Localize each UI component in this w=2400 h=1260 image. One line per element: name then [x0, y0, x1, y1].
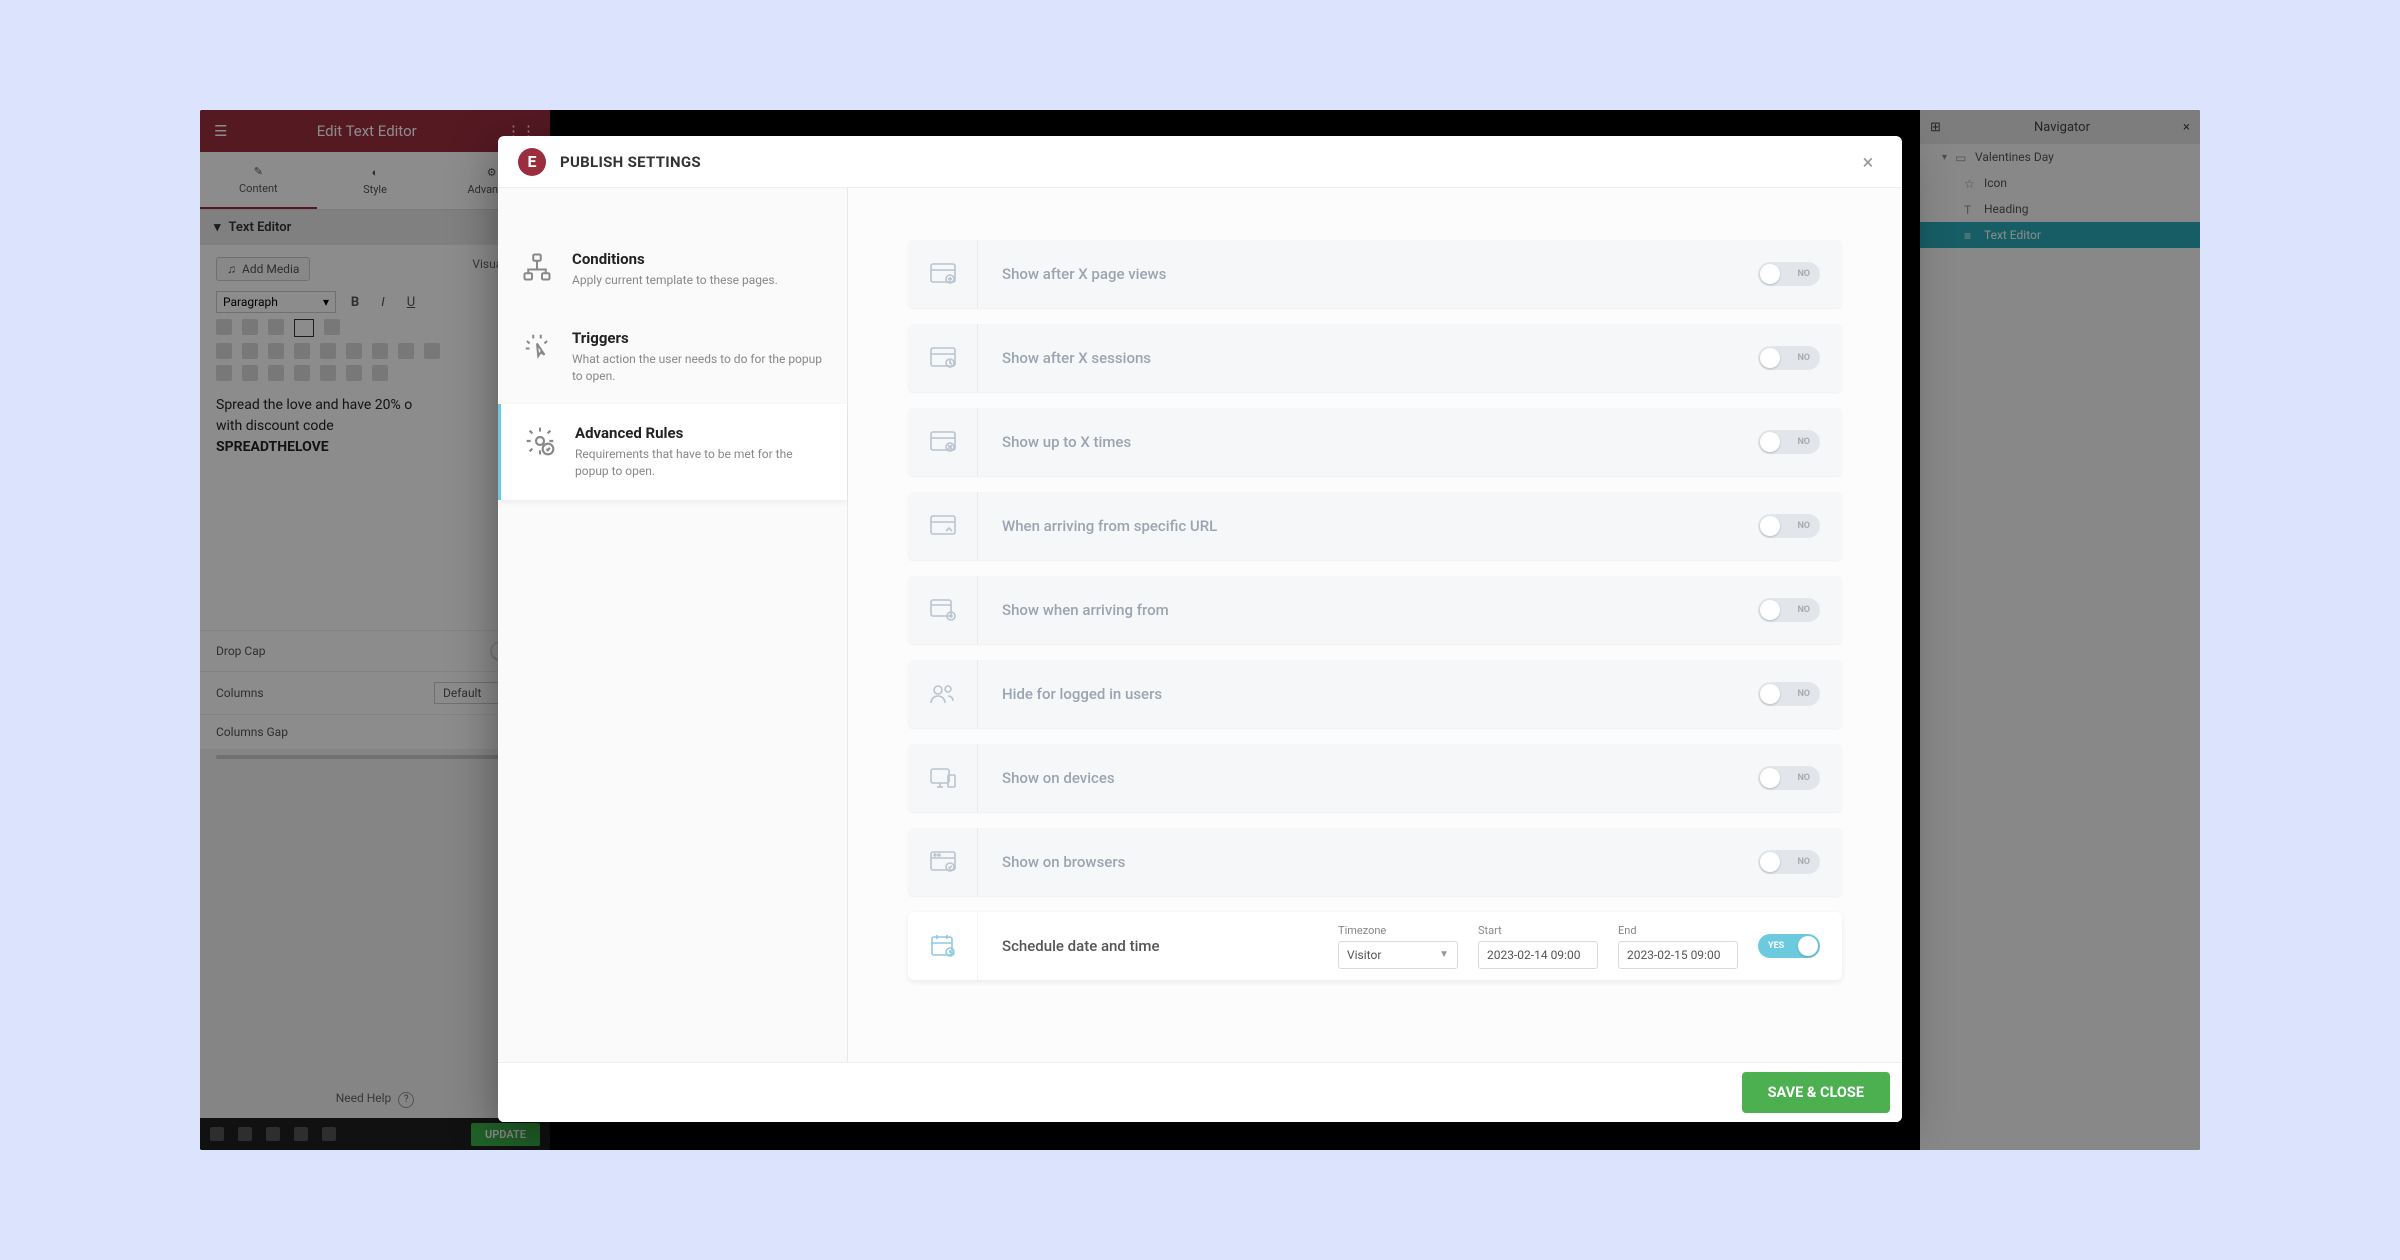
toggle-label: NO — [1797, 353, 1810, 363]
start-input[interactable]: 2023-02-14 09:00 — [1478, 941, 1598, 969]
elementor-logo-icon: E — [518, 148, 546, 176]
start-label: Start — [1478, 924, 1598, 937]
rule-arriving-from: Show when arriving from NO — [908, 576, 1842, 644]
schedule-toggle[interactable]: YES — [1758, 934, 1820, 958]
save-close-button[interactable]: SAVE & CLOSE — [1742, 1072, 1890, 1113]
rule-schedule: Schedule date and time Timezone Visitor … — [908, 912, 1842, 980]
sidebar-item-desc: Apply current template to these pages. — [572, 272, 778, 289]
rule-toggle[interactable]: NO — [1758, 850, 1820, 874]
rule-toggle[interactable]: NO — [1758, 598, 1820, 622]
end-label: End — [1618, 924, 1738, 937]
sitemap-icon — [520, 250, 554, 284]
toggle-label: NO — [1797, 269, 1810, 279]
toggle-label: NO — [1797, 857, 1810, 867]
modal-header: E PUBLISH SETTINGS × — [498, 136, 1902, 188]
rule-toggle[interactable]: NO — [1758, 430, 1820, 454]
sidebar-item-advanced-rules[interactable]: Advanced Rules Requirements that have to… — [498, 404, 847, 500]
toggle-label: NO — [1797, 689, 1810, 699]
end-input[interactable]: 2023-02-15 09:00 — [1618, 941, 1738, 969]
sidebar-item-title: Advanced Rules — [575, 424, 825, 442]
rule-label: Hide for logged in users — [978, 685, 1186, 703]
rule-label: Show up to X times — [978, 433, 1155, 451]
timezone-select[interactable]: Visitor ▼ — [1338, 941, 1458, 969]
sidebar-item-desc: Requirements that have to be met for the… — [575, 446, 825, 480]
end-value: 2023-02-15 09:00 — [1627, 948, 1720, 962]
timezone-field: Timezone Visitor ▼ — [1338, 924, 1458, 969]
sidebar-item-title: Triggers — [572, 329, 825, 347]
url-icon — [908, 492, 978, 560]
sessions-icon — [908, 324, 978, 392]
rule-devices: Show on devices NO — [908, 744, 1842, 812]
rule-hide-logged-in: Hide for logged in users NO — [908, 660, 1842, 728]
rule-toggle[interactable]: NO — [1758, 682, 1820, 706]
rule-toggle[interactable]: NO — [1758, 262, 1820, 286]
rule-label: Show on devices — [978, 769, 1139, 787]
start-field: Start 2023-02-14 09:00 — [1478, 924, 1598, 969]
timezone-label: Timezone — [1338, 924, 1458, 937]
modal-main: Show after X page views NO Show after X … — [848, 188, 1902, 1062]
devices-icon — [908, 744, 978, 812]
page-views-icon — [908, 240, 978, 308]
close-button[interactable]: × — [1854, 148, 1882, 176]
timezone-value: Visitor — [1347, 948, 1381, 962]
click-icon — [520, 329, 554, 363]
rule-up-to-times: Show up to X times NO — [908, 408, 1842, 476]
sidebar-item-desc: What action the user needs to do for the… — [572, 351, 825, 385]
rule-label: When arriving from specific URL — [978, 517, 1241, 535]
chevron-down-icon: ▼ — [1439, 949, 1449, 960]
sidebar-item-triggers[interactable]: Triggers What action the user needs to d… — [498, 309, 847, 405]
rule-specific-url: When arriving from specific URL NO — [908, 492, 1842, 560]
users-icon — [908, 660, 978, 728]
publish-settings-modal: E PUBLISH SETTINGS × Conditions Apply cu… — [498, 136, 1902, 1122]
browser-icon — [908, 828, 978, 896]
times-icon — [908, 408, 978, 476]
rule-label: Show when arriving from — [978, 601, 1193, 619]
modal-sidebar: Conditions Apply current template to the… — [498, 188, 848, 1062]
rule-label: Show on browsers — [978, 853, 1149, 871]
rule-label: Show after X sessions — [978, 349, 1175, 367]
rule-toggle[interactable]: NO — [1758, 514, 1820, 538]
calendar-icon — [908, 912, 978, 980]
rule-label: Schedule date and time — [978, 937, 1184, 955]
start-value: 2023-02-14 09:00 — [1487, 948, 1580, 962]
toggle-label: NO — [1797, 437, 1810, 447]
toggle-label: NO — [1797, 773, 1810, 783]
arriving-icon — [908, 576, 978, 644]
modal-title: PUBLISH SETTINGS — [560, 153, 701, 171]
rule-toggle[interactable]: NO — [1758, 766, 1820, 790]
toggle-label: NO — [1797, 521, 1810, 531]
rule-sessions: Show after X sessions NO — [908, 324, 1842, 392]
modal-footer: SAVE & CLOSE — [498, 1062, 1902, 1122]
toggle-label: YES — [1768, 941, 1784, 951]
rule-label: Show after X page views — [978, 265, 1190, 283]
rule-page-views: Show after X page views NO — [908, 240, 1842, 308]
rule-browsers: Show on browsers NO — [908, 828, 1842, 896]
rule-toggle[interactable]: NO — [1758, 346, 1820, 370]
gear-icon — [523, 424, 557, 458]
end-field: End 2023-02-15 09:00 — [1618, 924, 1738, 969]
sidebar-item-conditions[interactable]: Conditions Apply current template to the… — [498, 230, 847, 309]
sidebar-item-title: Conditions — [572, 250, 778, 268]
toggle-label: NO — [1797, 605, 1810, 615]
